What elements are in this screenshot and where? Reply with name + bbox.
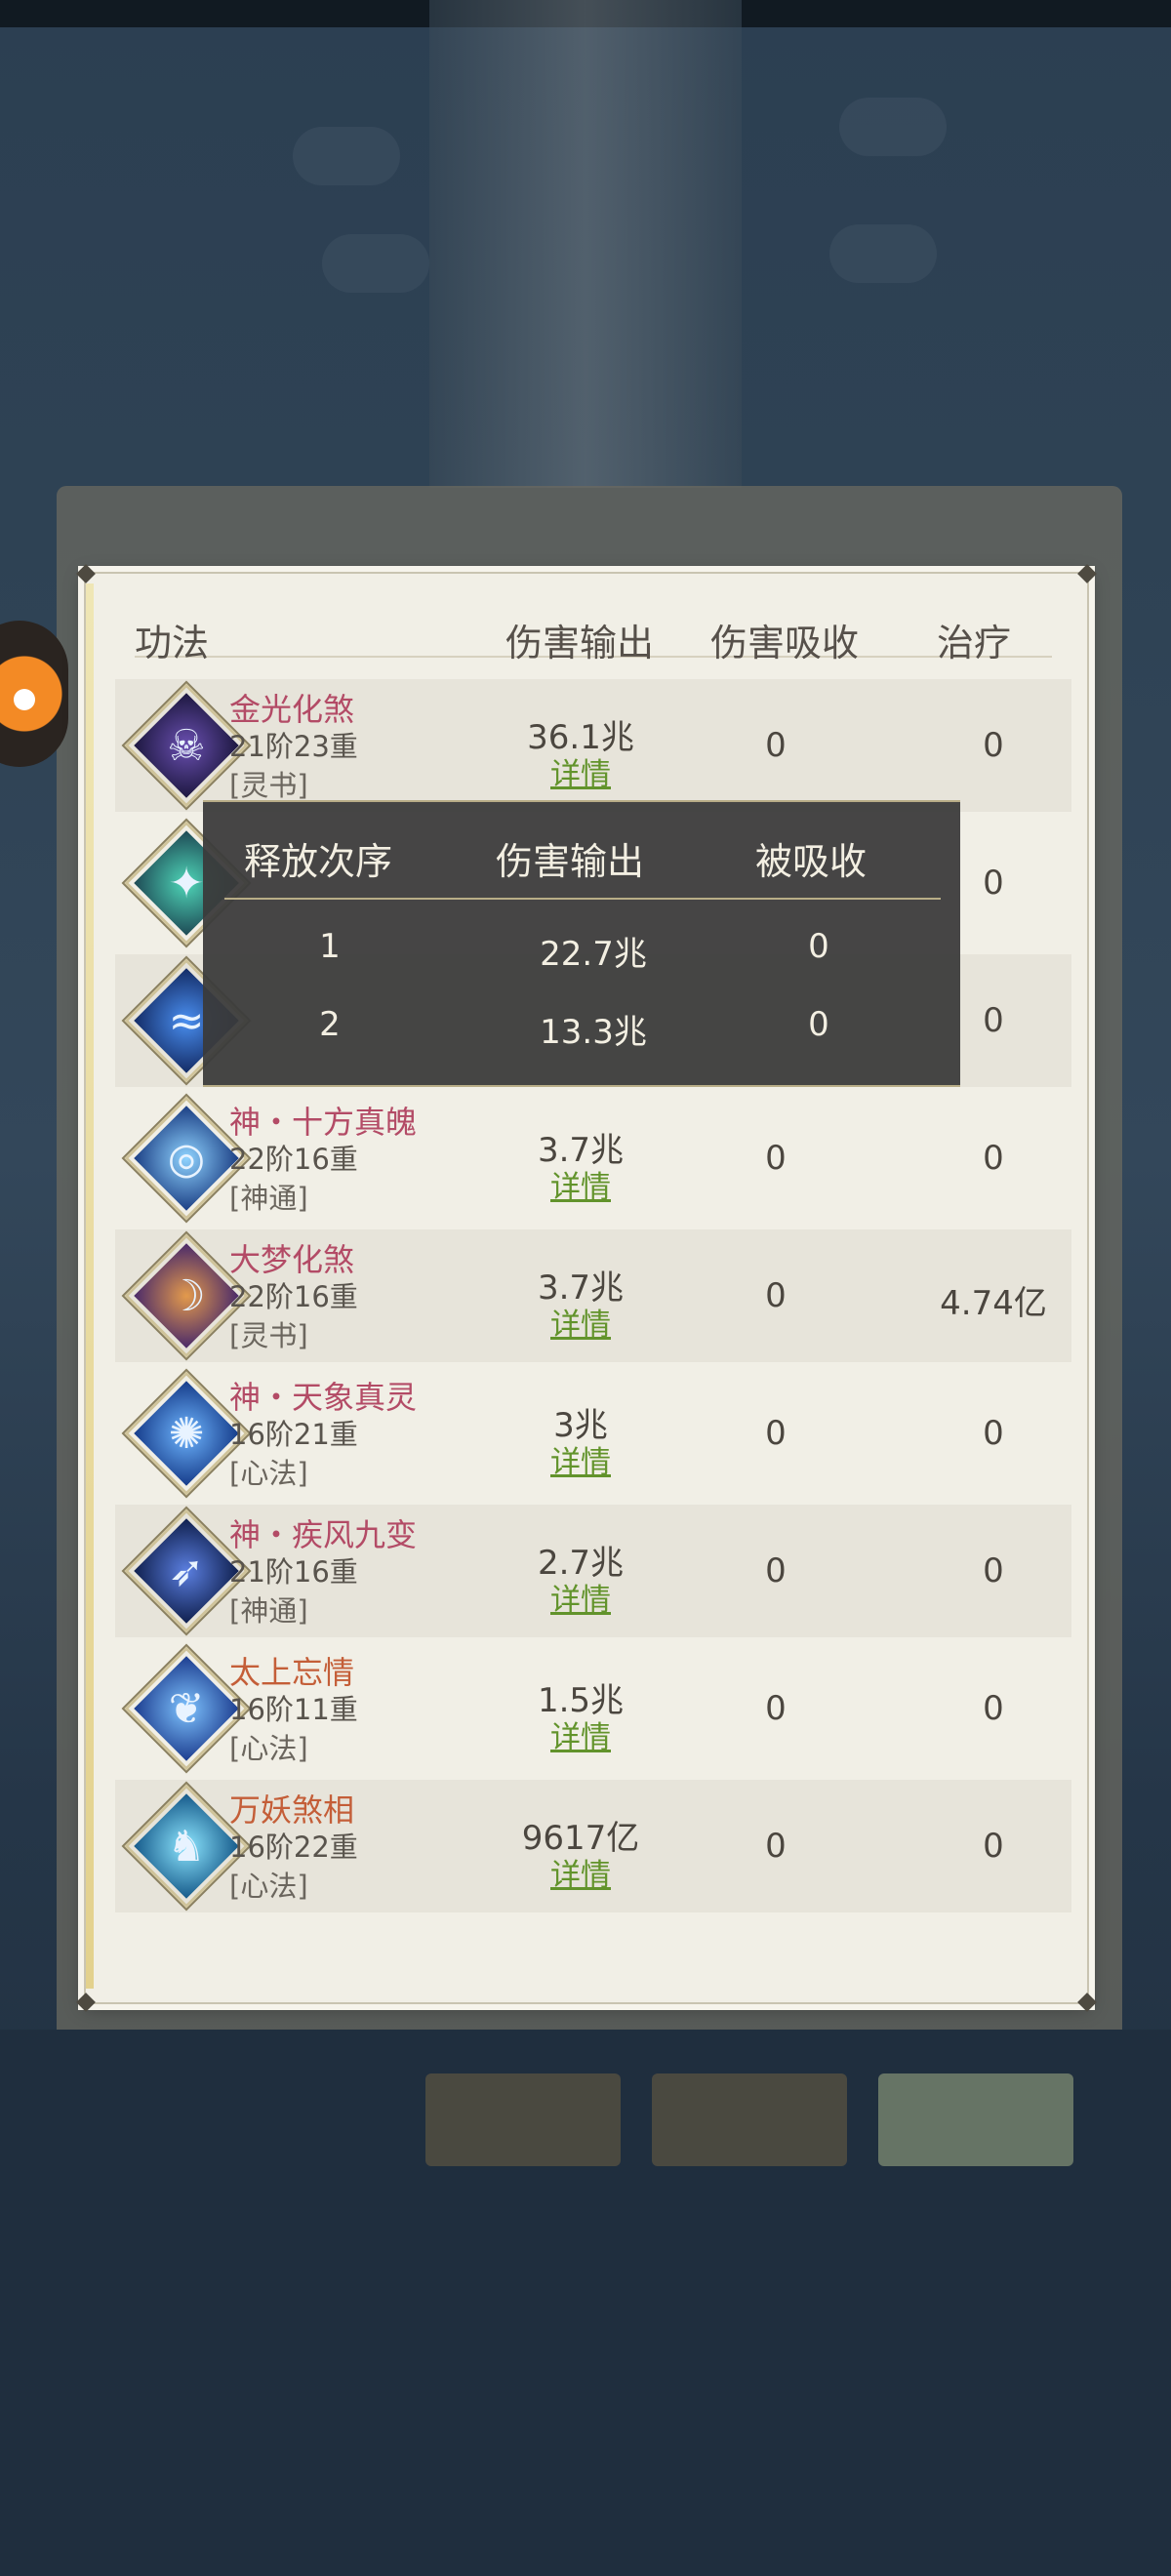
skill-type: [灵书]	[229, 769, 308, 802]
header-damage: 伤害输出	[505, 622, 655, 664]
tooltip-order-value: 1	[319, 927, 341, 966]
lantern-left	[293, 127, 400, 185]
details-link[interactable]: 详情	[478, 1437, 683, 1481]
heal-value: 0	[983, 726, 1004, 765]
tooltip-header-damage: 伤害输出	[496, 840, 645, 883]
skill-type: [神通]	[229, 1182, 308, 1215]
table-header: 功法 伤害输出 伤害吸收 治疗	[135, 613, 1052, 664]
table-row: ☠ 金光化煞 21阶23重 [灵书] 36.1兆 详情 0 0	[115, 679, 1071, 812]
skill-type: [灵书]	[229, 1319, 308, 1352]
lantern-left-2	[322, 234, 429, 293]
header-heal: 治疗	[937, 622, 1012, 664]
table-row: ◎ 神・十方真魄 22阶16重 [神通] 3.7兆 详情 0 0	[115, 1092, 1071, 1225]
heal-value: 4.74亿	[940, 1284, 1047, 1323]
skill-level: 22阶16重	[229, 1143, 358, 1176]
dream-icon: ☽	[167, 1270, 206, 1321]
skill-level: 16阶22重	[229, 1831, 358, 1864]
details-link[interactable]: 详情	[478, 1300, 683, 1344]
background-button-3	[878, 2073, 1073, 2166]
panel-scroll-edge	[86, 584, 94, 1989]
background-pillar	[429, 0, 742, 488]
skill-level: 16阶11重	[229, 1693, 358, 1726]
tooltip-damage-value: 22.7兆	[540, 935, 647, 974]
lantern-right	[839, 98, 947, 156]
table-row: ♞ 万妖煞相 16阶22重 [心法] 9617亿 详情 0 0	[115, 1780, 1071, 1912]
details-link[interactable]: 详情	[478, 749, 683, 793]
tooltip-damage-value: 13.3兆	[540, 1013, 647, 1052]
damage-stats-panel: 功法 伤害输出 伤害吸收 治疗 ☠ 金光化煞 21阶23重 [灵书] 36.1兆…	[76, 564, 1097, 2012]
tooltip-order-value: 2	[319, 1005, 341, 1044]
skill-level: 21阶23重	[229, 730, 358, 763]
background-button-1	[425, 2073, 621, 2166]
header-absorb: 伤害吸收	[710, 622, 860, 664]
tooltip-header-absorbed: 被吸收	[755, 840, 868, 883]
table-row: ➶ 神・疾风九变 21阶16重 [神通] 2.7兆 详情 0 0	[115, 1505, 1071, 1637]
tooltip-absorbed-value: 0	[808, 927, 829, 966]
absorb-value: 0	[765, 1139, 787, 1178]
absorb-value: 0	[765, 726, 787, 765]
background-button-2	[652, 2073, 847, 2166]
header-skill: 功法	[135, 622, 210, 664]
vortex-icon: ◎	[167, 1133, 206, 1184]
heal-value: 0	[983, 1139, 1004, 1178]
skill-type: [心法]	[229, 1732, 308, 1765]
pet-avatar-icon[interactable]	[0, 621, 68, 767]
spirit-fox-icon: ❦	[168, 1683, 205, 1734]
table-row: ❦ 太上忘情 16阶11重 [心法] 1.5兆 详情 0 0	[115, 1642, 1071, 1775]
skill-level: 21阶16重	[229, 1555, 358, 1589]
heal-value: 0	[983, 1551, 1004, 1590]
skill-type: [心法]	[229, 1457, 308, 1490]
absorb-value: 0	[765, 1551, 787, 1590]
skill-type: [神通]	[229, 1594, 308, 1628]
absorb-value: 0	[765, 1414, 787, 1453]
details-link[interactable]: 详情	[478, 1162, 683, 1206]
tooltip-divider	[224, 898, 941, 900]
details-link[interactable]: 详情	[478, 1575, 683, 1619]
tooltip-absorbed-value: 0	[808, 1005, 829, 1044]
tooltip-header-order: 释放次序	[244, 840, 393, 883]
absorb-value: 0	[765, 1827, 787, 1866]
wind-icon: ➶	[168, 1546, 205, 1596]
pet-eye	[14, 689, 35, 710]
details-link[interactable]: 详情	[478, 1712, 683, 1756]
skill-type: [心法]	[229, 1870, 308, 1903]
absorb-value: 0	[765, 1276, 787, 1315]
wolf-icon: ♞	[167, 1821, 206, 1872]
table-row: ☽ 大梦化煞 22阶16重 [灵书] 3.7兆 详情 0 4.74亿	[115, 1229, 1071, 1362]
lantern-right-2	[829, 224, 937, 283]
details-link[interactable]: 详情	[478, 1850, 683, 1894]
absorb-value: 0	[765, 1689, 787, 1728]
release-order-tooltip[interactable]: 释放次序 伤害输出 被吸收 1 22.7兆 0 2 13.3兆 0	[203, 800, 960, 1087]
dark-demon-icon: ☠	[167, 720, 206, 771]
heal-value: 0	[983, 1827, 1004, 1866]
table-row: ✺ 神・天象真灵 16阶21重 [心法] 3兆 详情 0 0	[115, 1367, 1071, 1500]
celestial-icon: ✺	[168, 1408, 205, 1459]
skill-level: 22阶16重	[229, 1280, 358, 1313]
heal-value: 0	[983, 1689, 1004, 1728]
skill-level: 16阶21重	[229, 1418, 358, 1451]
heal-value: 0	[983, 1414, 1004, 1453]
